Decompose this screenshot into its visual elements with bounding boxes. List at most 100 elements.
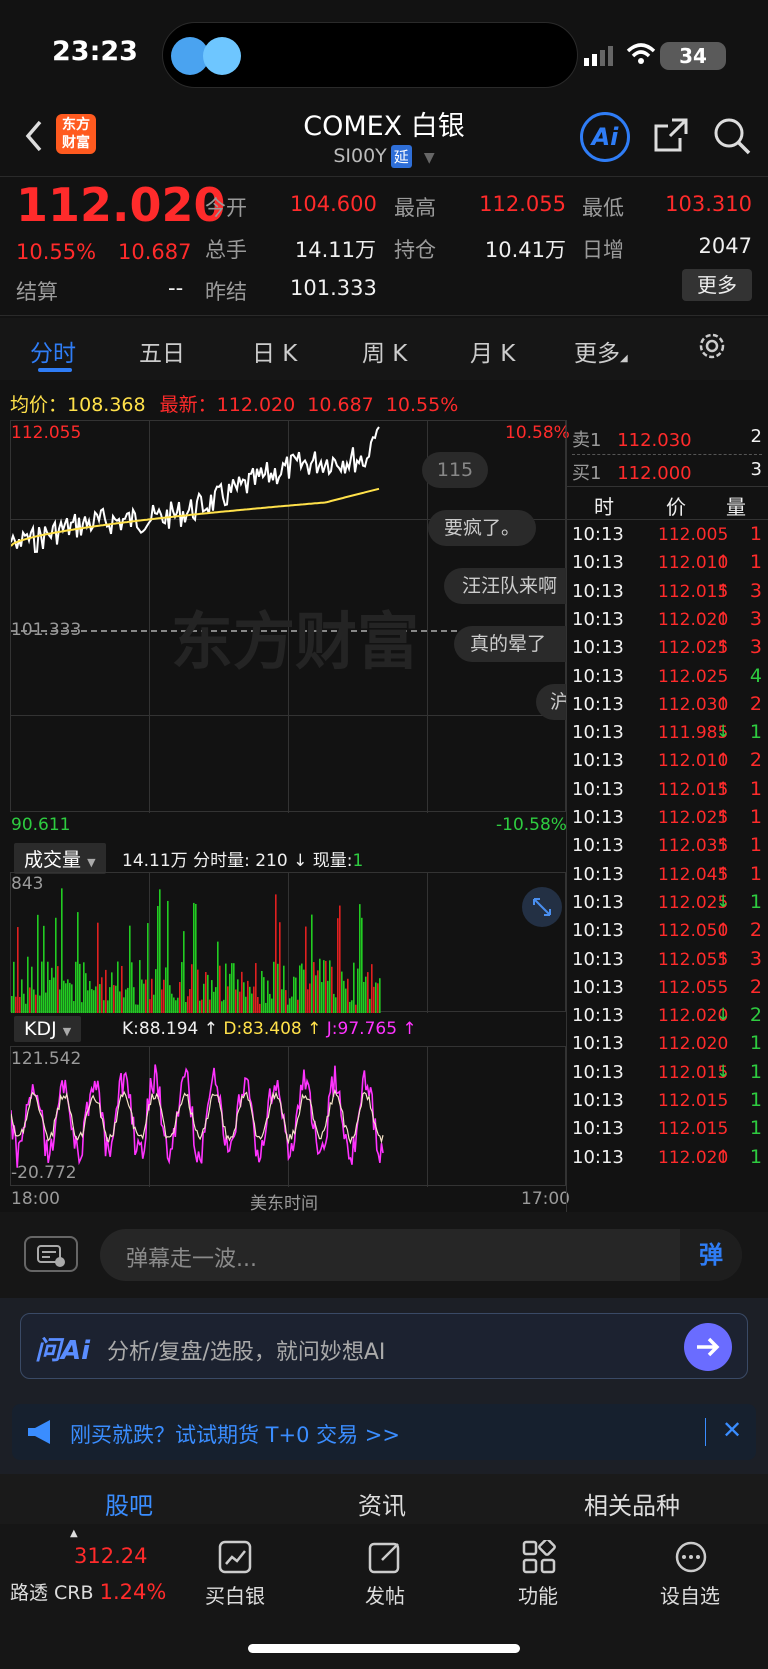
ai-submit-arrow-icon[interactable] [684, 1323, 732, 1371]
volume-bar [147, 923, 149, 1013]
tab-weekly-k[interactable]: 周 K [362, 334, 407, 368]
settings-icon[interactable] [696, 330, 728, 366]
volume-chart[interactable] [10, 872, 566, 1013]
time-end-label: 17:00 [521, 1189, 570, 1209]
up-arrow-icon: ↑ [716, 580, 731, 601]
tab-monthly-k[interactable]: 月 K [470, 334, 515, 368]
send-danmaku-label: 弹 [699, 1241, 723, 1269]
trade-row: 10:13 112.020 1 [572, 1031, 768, 1061]
trade-silver-label[interactable]: 买白银 [185, 1580, 285, 1609]
volume-bar [323, 960, 325, 1013]
volume-bar [63, 980, 65, 1013]
trade-row: 10:13 112.035 ↑ 1 [572, 833, 768, 863]
volume-bar [263, 977, 265, 1013]
volume-bar [251, 993, 253, 1013]
volume-bar [279, 922, 281, 1013]
tab-more[interactable]: 更多◢ [574, 334, 628, 368]
ticker-line[interactable]: 路透 CRB 1.24% [10, 1578, 166, 1605]
kdj-lines [11, 1064, 384, 1168]
volume-bar [23, 993, 25, 1013]
tab-intraday[interactable]: 分时 [30, 334, 76, 368]
volume-bar [295, 977, 297, 1013]
volume-bar [101, 977, 103, 1013]
add-watchlist-icon[interactable] [674, 1540, 708, 1578]
volume-bar [73, 1001, 75, 1013]
up-arrow-icon: ↑ [716, 1146, 731, 1167]
volume-bar [75, 961, 77, 1013]
volume-bar [315, 975, 317, 1013]
trade-time: 10:13 [572, 637, 624, 659]
tab-news[interactable]: 资讯 [358, 1486, 406, 1521]
trade-qty: 1 [749, 1117, 762, 1140]
add-watchlist-label[interactable]: 设自选 [640, 1580, 740, 1609]
danmaku-input[interactable]: 弹幕走一波... [100, 1229, 742, 1281]
volume-bar [319, 958, 321, 1013]
kdj-chart[interactable] [10, 1046, 566, 1187]
trade-row: 10:13 112.055 2 [572, 975, 768, 1005]
volume-bar [49, 979, 51, 1013]
trade-silver-icon[interactable] [218, 1540, 252, 1578]
tab-related[interactable]: 相关品种 [584, 1486, 680, 1521]
top-pct-label: 10.58% [505, 423, 570, 443]
volume-bar [107, 1000, 109, 1013]
volume-bar [329, 960, 331, 1013]
send-danmaku-button[interactable]: 弹 [680, 1229, 742, 1281]
volume-bar [173, 997, 175, 1013]
expand-icon[interactable] [522, 887, 562, 927]
search-icon[interactable] [712, 116, 752, 160]
status-bar: 23:23 34 [0, 0, 768, 110]
ai-button[interactable]: Ai [580, 112, 630, 162]
volume-bar [103, 1000, 105, 1013]
low-label: 最低 [582, 196, 624, 220]
more-button[interactable]: 更多 [682, 269, 752, 301]
volume-bar [297, 999, 299, 1013]
post-icon[interactable] [368, 1540, 402, 1578]
trade-time: 10:13 [572, 722, 624, 744]
functions-icon[interactable] [522, 1538, 556, 1578]
current-volume-label: 现量: [312, 851, 353, 871]
tab-five-day[interactable]: 五日 [139, 334, 185, 368]
volume-bar [205, 972, 207, 1013]
trade-row: 10:13 112.015 ↑ 3 [572, 579, 768, 609]
trade-qty: 1 [749, 777, 762, 800]
tab-daily-k[interactable]: 日 K [252, 334, 297, 368]
up-arrow-icon: ↑ [716, 637, 731, 658]
share-icon[interactable] [652, 116, 690, 158]
volume-bar [285, 990, 287, 1013]
volume-bar [269, 993, 271, 1013]
bid-label: 买1 [572, 463, 602, 484]
tab-guba[interactable]: 股吧 [105, 1486, 153, 1521]
functions-label[interactable]: 功能 [488, 1580, 588, 1609]
volume-bar [131, 962, 133, 1013]
volume-bar [191, 964, 193, 1013]
volume-bar [183, 931, 185, 1013]
trade-price: 112.015 [658, 1091, 729, 1111]
close-icon[interactable]: ✕ [722, 1416, 742, 1444]
volume-bar [367, 972, 369, 1013]
danmaku-toggle-icon[interactable] [24, 1236, 78, 1272]
up-arrow-icon: ↑ [397, 1019, 417, 1039]
volume-bar [37, 914, 39, 1013]
volume-bar [201, 999, 203, 1013]
volume-bar [15, 996, 17, 1013]
post-label[interactable]: 发帖 [335, 1580, 435, 1609]
ask-row: 卖1 112.030 2 [572, 426, 762, 452]
indicator-selector-kdj[interactable]: KDJ ▼ [14, 1016, 82, 1042]
ai-query-box[interactable]: 问Ai 分析/复盘/选股，就问妙想AI [20, 1313, 748, 1379]
danmaku-bubble: 真的晕了 [454, 626, 566, 662]
volume-bar [195, 903, 197, 1013]
trade-row: 10:13 112.010 ↑ 2 [572, 748, 768, 778]
volume-bar [17, 927, 19, 1013]
volume-bar [237, 979, 239, 1013]
price-header: 价 [666, 495, 686, 519]
volume-bar [11, 995, 13, 1013]
trade-time: 10:13 [572, 665, 624, 687]
trade-row: 10:13 112.015 1 [572, 1088, 768, 1118]
indicator-selector-volume[interactable]: 成交量 ▼ [14, 843, 106, 874]
volume-bar [155, 969, 157, 1013]
ai-query-placeholder: 分析/复盘/选股，就问妙想AI [107, 1340, 386, 1365]
promo-banner[interactable]: 刚买就跌？试试期货 T+0 交易 >> ✕ [12, 1404, 756, 1460]
kdj-max-label: 121.542 [11, 1049, 82, 1069]
volume-bar [51, 967, 53, 1013]
volume-bar [43, 925, 45, 1013]
